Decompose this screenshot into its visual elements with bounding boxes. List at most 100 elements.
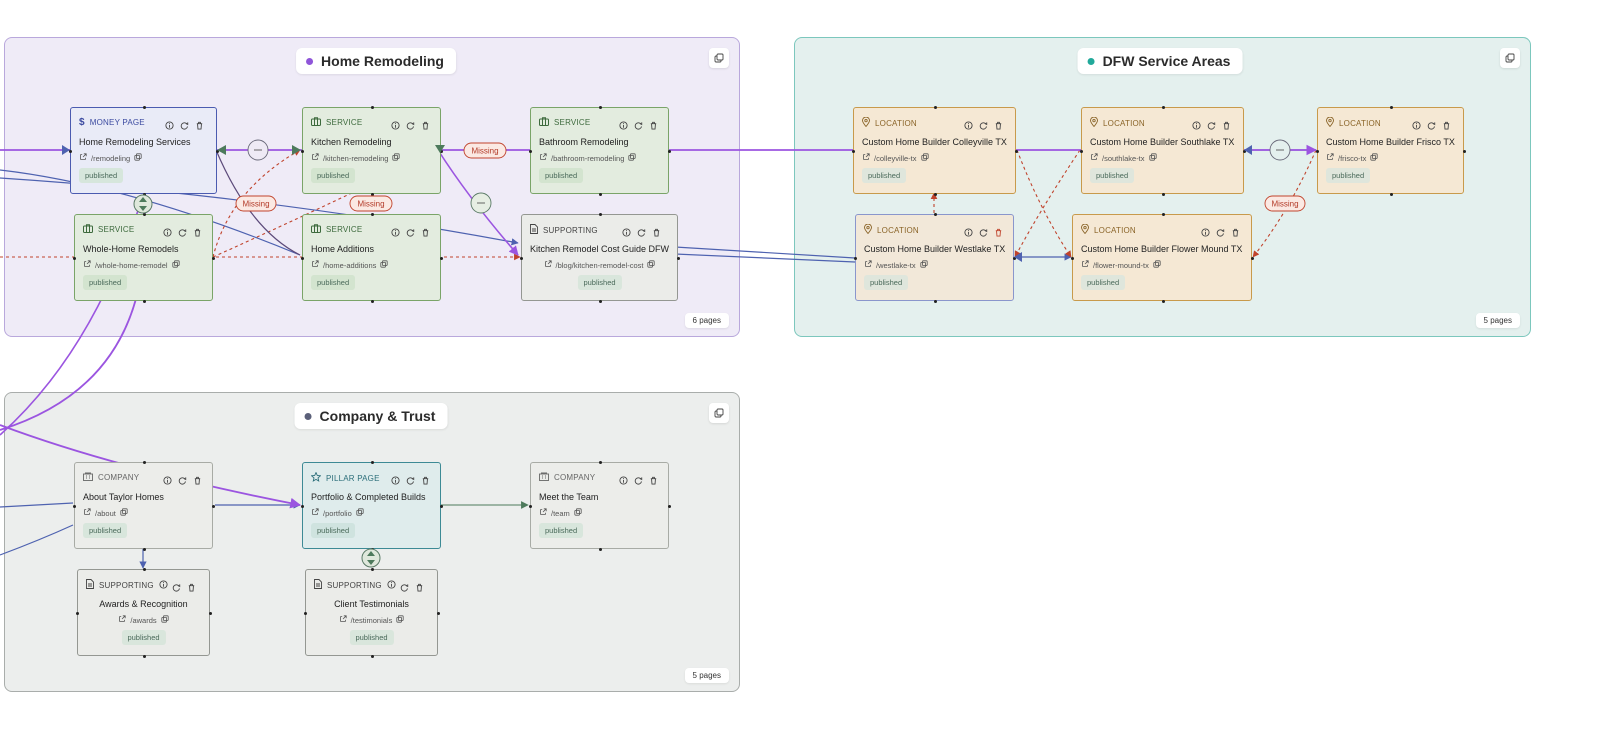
refresh-icon[interactable]: [178, 224, 187, 242]
info-icon[interactable]: [391, 224, 400, 242]
trash-icon[interactable]: [994, 117, 1003, 135]
connection-handle[interactable]: [599, 193, 602, 196]
connection-handle[interactable]: [76, 612, 79, 615]
connection-handle[interactable]: [440, 257, 443, 260]
connection-handle[interactable]: [677, 257, 680, 260]
node-url[interactable]: /testimonials: [306, 615, 437, 625]
external-link-icon[interactable]: [862, 153, 870, 163]
connection-handle[interactable]: [371, 655, 374, 658]
external-link-icon[interactable]: [339, 615, 347, 625]
refresh-icon[interactable]: [1427, 117, 1436, 135]
node-portfolio-pillar[interactable]: PILLAR PAGE Portfolio & Completed Builds…: [301, 461, 443, 551]
connection-handle[interactable]: [301, 150, 304, 153]
external-link-icon[interactable]: [83, 508, 91, 518]
missing-link-label[interactable]: Missing: [1264, 195, 1306, 212]
external-link-icon[interactable]: [311, 153, 319, 163]
connection-handle[interactable]: [143, 461, 146, 464]
bidirectional-link-marker[interactable]: [361, 548, 381, 568]
info-icon[interactable]: [391, 472, 400, 490]
info-icon[interactable]: [163, 472, 172, 490]
connection-handle[interactable]: [301, 505, 304, 508]
connection-handle[interactable]: [599, 213, 602, 216]
connection-handle[interactable]: [599, 300, 602, 303]
node-url[interactable]: /whole-home-remodel: [83, 260, 180, 270]
connection-handle[interactable]: [371, 568, 374, 571]
trash-icon[interactable]: [421, 117, 430, 135]
connection-handle[interactable]: [934, 300, 937, 303]
copy-icon[interactable]: [1153, 260, 1161, 270]
connection-handle[interactable]: [69, 150, 72, 153]
connection-handle[interactable]: [440, 505, 443, 508]
connection-handle[interactable]: [371, 213, 374, 216]
copy-icon[interactable]: [574, 508, 582, 518]
refresh-icon[interactable]: [172, 579, 181, 597]
external-link-icon[interactable]: [311, 508, 319, 518]
bidirectional-link-marker[interactable]: [133, 194, 153, 214]
node-url[interactable]: /frisco-tx: [1326, 153, 1378, 163]
node-southlake[interactable]: LOCATION Custom Home Builder Southlake T…: [1080, 106, 1246, 196]
group-title[interactable]: Company & Trust: [294, 403, 448, 429]
refresh-icon[interactable]: [406, 117, 415, 135]
refresh-icon[interactable]: [178, 472, 187, 490]
node-url[interactable]: /remodeling: [79, 153, 142, 163]
connection-handle[interactable]: [143, 568, 146, 571]
trash-icon[interactable]: [193, 472, 202, 490]
connection-handle[interactable]: [143, 655, 146, 658]
node-url[interactable]: /awards: [78, 615, 209, 625]
node-home-additions[interactable]: SERVICE Home Additions /home-additions p…: [301, 213, 443, 303]
copy-icon[interactable]: [920, 260, 928, 270]
info-icon[interactable]: [964, 224, 973, 242]
node-bathroom-remodeling[interactable]: SERVICE Bathroom Remodeling /bathroom-re…: [529, 106, 671, 196]
node-team[interactable]: COMPANY Meet the Team /team published: [529, 461, 671, 551]
refresh-icon[interactable]: [979, 117, 988, 135]
connection-handle[interactable]: [668, 505, 671, 508]
connection-handle[interactable]: [529, 505, 532, 508]
connection-handle[interactable]: [520, 257, 523, 260]
node-money-page[interactable]: $ MONEY PAGE Home Remodeling Services /r…: [69, 106, 219, 196]
node-kitchen-remodeling[interactable]: SERVICE Kitchen Remodeling /kitchen-remo…: [301, 106, 443, 196]
node-url[interactable]: /bathroom-remodeling: [539, 153, 636, 163]
connection-handle[interactable]: [529, 150, 532, 153]
trash-icon[interactable]: [421, 224, 430, 242]
connection-handle[interactable]: [1162, 193, 1165, 196]
info-icon[interactable]: [1412, 117, 1421, 135]
external-link-icon[interactable]: [539, 153, 547, 163]
connection-handle[interactable]: [1161, 213, 1165, 216]
copy-icon[interactable]: [396, 615, 404, 625]
info-icon[interactable]: [165, 117, 174, 135]
connection-handle[interactable]: [1015, 150, 1018, 153]
connection-handle[interactable]: [371, 106, 374, 109]
info-icon[interactable]: [159, 579, 168, 591]
connection-handle[interactable]: [212, 257, 215, 260]
info-icon[interactable]: [391, 117, 400, 135]
external-link-icon[interactable]: [79, 153, 87, 163]
external-link-icon[interactable]: [83, 260, 91, 270]
trash-icon[interactable]: [1222, 117, 1231, 135]
node-awards[interactable]: SUPPORTING Awards & Recognition /awards …: [76, 568, 212, 658]
connection-handle[interactable]: [143, 106, 146, 109]
trash-icon[interactable]: [1231, 224, 1240, 242]
copy-icon[interactable]: [161, 615, 169, 625]
connection-handle[interactable]: [668, 150, 671, 153]
copy-icon[interactable]: [380, 260, 388, 270]
external-link-icon[interactable]: [864, 260, 872, 270]
connection-handle[interactable]: [1316, 150, 1319, 153]
connection-handle[interactable]: [371, 461, 374, 464]
copy-icon[interactable]: [120, 508, 128, 518]
node-url[interactable]: /kitchen-remodeling: [311, 153, 401, 163]
connection-handle[interactable]: [599, 548, 602, 551]
connection-handle[interactable]: [437, 612, 440, 615]
copy-icon[interactable]: [392, 153, 401, 163]
connection-handle[interactable]: [1071, 257, 1074, 260]
copy-icon[interactable]: [1370, 153, 1378, 163]
external-link-icon[interactable]: [118, 615, 126, 625]
link-toggle-marker[interactable]: [1269, 139, 1291, 161]
info-icon[interactable]: [1201, 224, 1210, 242]
copy-icon[interactable]: [647, 260, 656, 270]
copy-icon[interactable]: [134, 153, 142, 163]
connection-handle[interactable]: [301, 257, 304, 260]
node-url[interactable]: /portfolio: [311, 508, 364, 518]
node-kitchen-remodel-cost-guide[interactable]: SUPPORTING Kitchen Remodel Cost Guide DF…: [520, 213, 680, 303]
connection-handle[interactable]: [212, 505, 215, 508]
refresh-icon[interactable]: [637, 224, 646, 242]
